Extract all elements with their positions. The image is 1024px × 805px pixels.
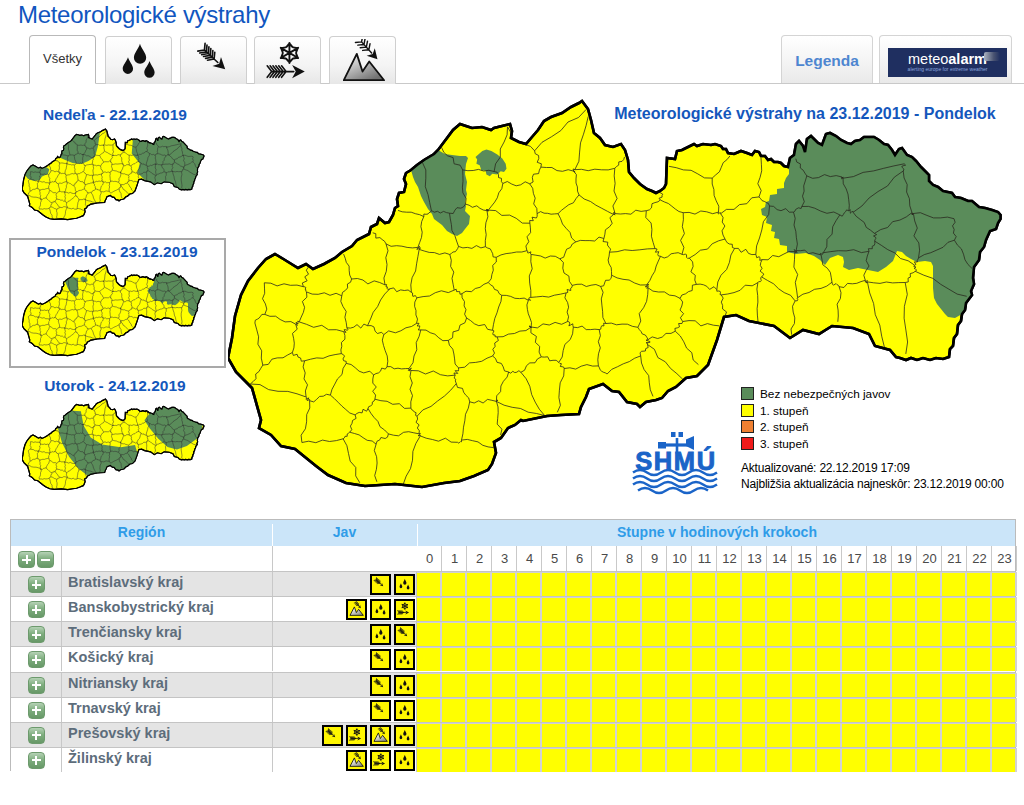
svg-text:SHMÚ: SHMÚ	[635, 446, 716, 475]
